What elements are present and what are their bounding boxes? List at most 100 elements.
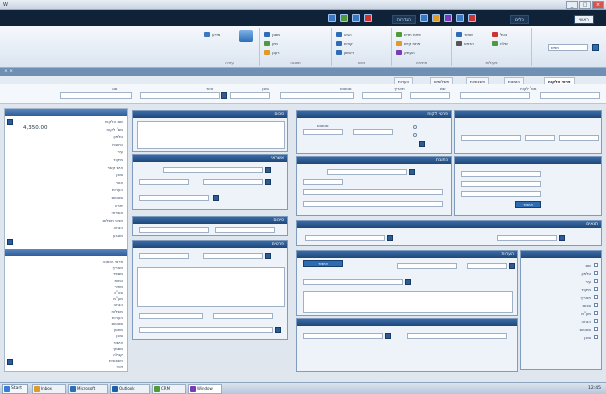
task-crm[interactable]: CRM xyxy=(152,384,186,394)
notes-dropdown[interactable] xyxy=(509,263,515,269)
terms-field-2[interactable] xyxy=(497,235,557,241)
tab-payments[interactable]: תשלומים xyxy=(430,77,454,84)
cancel-action-button[interactable]: בטל xyxy=(492,31,507,38)
extra-field-1[interactable] xyxy=(461,171,541,177)
copy-button[interactable]: העתק xyxy=(396,49,415,56)
credit-dropdown-2[interactable] xyxy=(265,179,271,185)
summary-field-2[interactable] xyxy=(407,333,507,339)
sort-button[interactable]: מיון xyxy=(264,40,278,47)
extra-ok-button[interactable]: אישור xyxy=(515,201,541,208)
filter-status-input[interactable] xyxy=(280,92,354,99)
address-field-2[interactable] xyxy=(303,179,343,185)
quick-save-icon[interactable] xyxy=(328,14,336,22)
filter-date-input[interactable] xyxy=(362,92,402,99)
tab-tools[interactable]: כלים xyxy=(510,15,529,24)
notes-field-2[interactable] xyxy=(467,263,507,269)
checklist-checkbox[interactable] xyxy=(594,279,598,283)
open-new-button[interactable]: פתח חדש xyxy=(396,31,421,38)
maximize-button[interactable]: □ xyxy=(579,1,591,9)
checklist-checkbox[interactable] xyxy=(594,311,598,315)
credit-field-3[interactable] xyxy=(203,179,263,185)
notes-dropdown-2[interactable] xyxy=(405,279,411,285)
credit-dropdown-1[interactable] xyxy=(265,167,271,173)
save-button[interactable]: שמור xyxy=(456,31,473,38)
checklist-checkbox[interactable] xyxy=(594,263,598,267)
details-dropdown-2[interactable] xyxy=(275,327,281,333)
credit-dropdown-3[interactable] xyxy=(213,195,219,201)
quick-report-icon[interactable] xyxy=(444,14,452,22)
customer-dropdown[interactable] xyxy=(419,141,425,147)
task-outlook[interactable]: Outlook xyxy=(110,384,150,394)
expand-icon[interactable] xyxy=(7,239,13,245)
terms-field-1[interactable] xyxy=(305,235,385,241)
address-dropdown[interactable] xyxy=(409,169,415,175)
expand-icon[interactable] xyxy=(7,119,13,125)
tab-notes[interactable]: הערות xyxy=(394,77,414,84)
details-field-1[interactable] xyxy=(139,253,189,259)
checklist-checkbox[interactable] xyxy=(594,327,598,331)
info-field-1[interactable] xyxy=(461,135,521,141)
checklist-checkbox[interactable] xyxy=(594,271,598,275)
status-field[interactable] xyxy=(303,129,343,135)
notes-field-3[interactable] xyxy=(303,279,403,285)
checklist-checkbox[interactable] xyxy=(594,335,598,339)
address-field-4[interactable] xyxy=(303,201,443,207)
task-window[interactable]: Window xyxy=(188,384,222,394)
tab-settings[interactable]: הגדרות xyxy=(392,15,416,24)
quick-alert-icon[interactable] xyxy=(468,14,476,22)
filter-button[interactable]: מסנן xyxy=(264,31,280,38)
ribbon-search-input[interactable]: חפש xyxy=(548,44,588,51)
filter-area-dropdown[interactable] xyxy=(221,92,227,99)
tab-invoices[interactable]: חשבוניות xyxy=(466,77,490,84)
filter-customer-no-input[interactable] xyxy=(460,92,530,99)
credit-field-4[interactable] xyxy=(139,195,209,201)
prev-button[interactable]: קודם xyxy=(336,40,353,47)
agent-field[interactable] xyxy=(353,129,393,135)
credit-field-1[interactable] xyxy=(163,167,263,173)
summary-dropdown[interactable] xyxy=(385,333,391,339)
address-field-3[interactable] xyxy=(303,189,443,195)
quick-print-icon[interactable] xyxy=(352,14,360,22)
checklist-checkbox[interactable] xyxy=(594,303,598,307)
terms-dropdown-1[interactable] xyxy=(387,235,393,241)
send-button[interactable]: שלח xyxy=(492,40,508,47)
extra-field-3[interactable] xyxy=(461,191,541,197)
task-inbox[interactable]: Inbox xyxy=(32,384,66,394)
notes-field-1[interactable] xyxy=(397,263,457,269)
details-field-4[interactable] xyxy=(213,313,273,319)
details-field-3[interactable] xyxy=(139,313,203,319)
address-field-1[interactable] xyxy=(327,169,407,175)
filter-extra-input[interactable] xyxy=(540,92,600,99)
quick-star-icon[interactable] xyxy=(432,14,440,22)
details-field-2[interactable] xyxy=(203,253,263,259)
quick-refresh-icon[interactable] xyxy=(456,14,464,22)
quick-close-icon[interactable] xyxy=(364,14,372,22)
expand-icon[interactable] xyxy=(7,359,13,365)
tab-orders[interactable]: הזמנות xyxy=(504,77,525,84)
filter-agent-input[interactable] xyxy=(230,92,270,99)
quick-nav-icon[interactable] xyxy=(420,14,428,22)
first-button[interactable]: ראשון xyxy=(336,49,354,56)
next-button[interactable]: הבא xyxy=(336,31,352,38)
close-document-icon[interactable]: × × xyxy=(4,68,13,76)
credit-field-2[interactable] xyxy=(139,179,189,185)
option-radio-2[interactable] xyxy=(413,133,417,137)
close-button[interactable]: × xyxy=(592,1,604,9)
checklist-checkbox[interactable] xyxy=(594,287,598,291)
filter-type-input[interactable] xyxy=(60,92,132,99)
tab-customer-details[interactable]: פרטי הלקוח xyxy=(544,77,575,84)
notes-action-button[interactable]: אישור xyxy=(303,260,343,267)
option-radio-1[interactable] xyxy=(413,125,417,129)
info-field-3[interactable] xyxy=(559,135,599,141)
print-button[interactable]: הדפס xyxy=(456,40,474,47)
extra-field-2[interactable] xyxy=(461,181,541,187)
search-icon[interactable] xyxy=(592,44,599,51)
task-microsoft[interactable]: Microsoft xyxy=(68,384,108,394)
filter-name-input[interactable] xyxy=(410,92,450,99)
tab-home[interactable]: ראשי xyxy=(574,15,594,24)
filter-area-input[interactable] xyxy=(140,92,220,99)
details-dropdown[interactable] xyxy=(265,253,271,259)
info-field-2[interactable] xyxy=(525,135,555,141)
start-button[interactable]: Start xyxy=(2,384,28,394)
quick-undo-icon[interactable] xyxy=(340,14,348,22)
